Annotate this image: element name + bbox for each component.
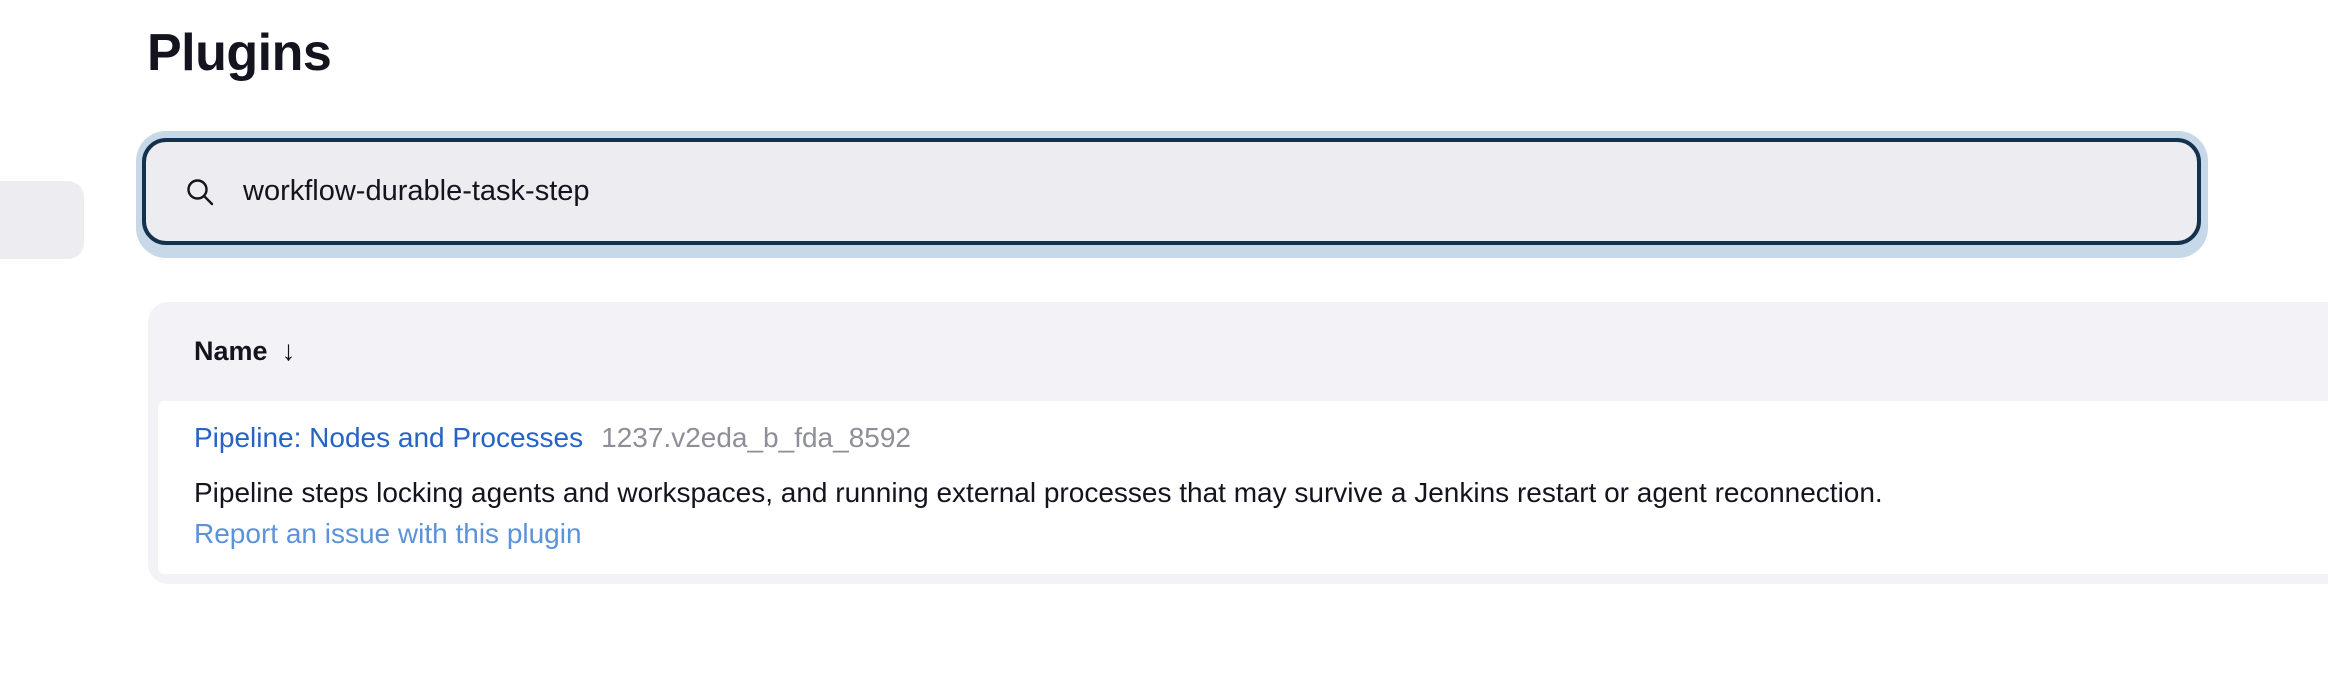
- search-input[interactable]: [243, 166, 2197, 217]
- plugin-name-link[interactable]: Pipeline: Nodes and Processes: [194, 422, 583, 454]
- column-header-label: Name: [194, 335, 268, 366]
- page: Plugins Name ↓ Pipeline: Nodes and Proce…: [0, 0, 2328, 674]
- arrow-down-icon: ↓: [281, 335, 296, 366]
- page-title: Plugins: [147, 24, 332, 82]
- plugin-description: Pipeline steps locking agents and worksp…: [194, 477, 1883, 508]
- plugin-title-line: Pipeline: Nodes and Processes 1237.v2eda…: [194, 422, 911, 454]
- search-icon: [185, 177, 215, 207]
- search-box[interactable]: [142, 138, 2201, 245]
- report-issue-link[interactable]: Report an issue with this plugin: [194, 518, 582, 550]
- plugin-version: 1237.v2eda_b_fda_8592: [601, 422, 911, 453]
- plugins-table: Name ↓ Pipeline: Nodes and Processes 123…: [148, 302, 2328, 584]
- table-row: Pipeline: Nodes and Processes 1237.v2eda…: [158, 401, 2328, 574]
- table-header: Name ↓: [194, 302, 296, 400]
- sidebar-item[interactable]: [0, 181, 84, 259]
- column-header-name[interactable]: Name ↓: [194, 336, 296, 367]
